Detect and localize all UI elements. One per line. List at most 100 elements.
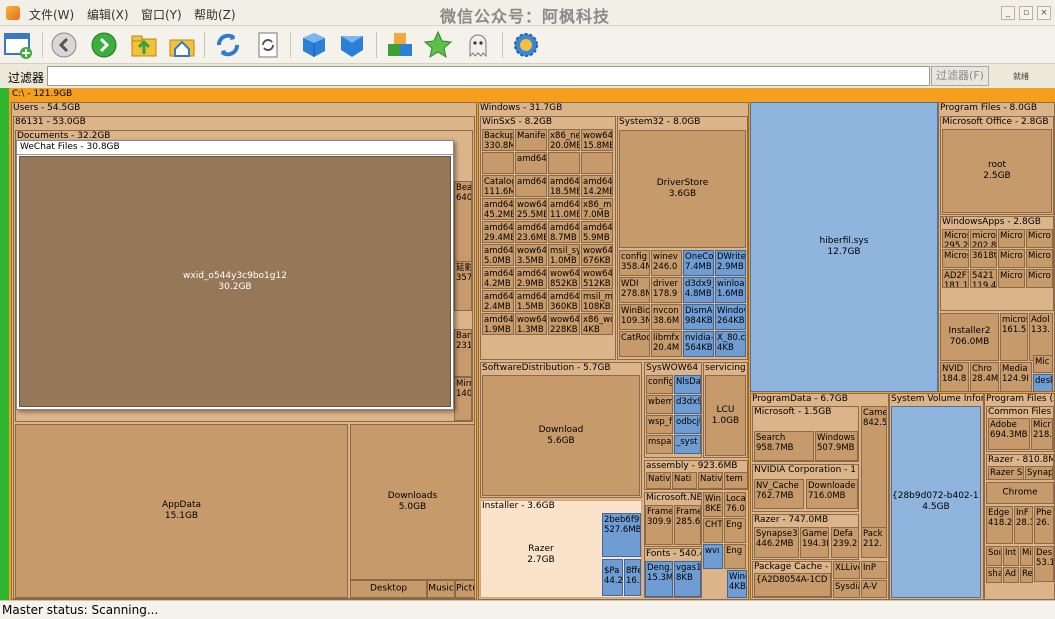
x86-cell[interactable]: Int <box>1003 546 1019 566</box>
ghost-icon[interactable] <box>462 29 494 61</box>
grid-cell[interactable]: NlsDa <box>674 375 701 394</box>
font-cell[interactable]: vgas1 8KB <box>674 561 701 597</box>
system32-folder[interactable]: System32 - 8.0GB DriverStore 3.6GB config… <box>617 116 748 360</box>
installer2-folder[interactable]: Installer2 706.0MB <box>940 313 999 361</box>
grid-cell[interactable]: mspai <box>646 435 673 454</box>
net-cell[interactable]: wvı <box>703 544 723 569</box>
grid-cell[interactable]: amd64 5.0MB <box>482 244 514 266</box>
grid-cell[interactable]: tem <box>724 472 747 489</box>
pf-cell[interactable]: NVID 184.8 <box>940 362 969 391</box>
download-folder[interactable]: Download 5.6GB <box>482 375 640 496</box>
net-cell[interactable]: CHT <box>703 518 723 543</box>
grid-cell[interactable]: x86_ne 20.0MB <box>548 129 580 151</box>
doc-item[interactable]: Mirr 140 <box>454 377 472 421</box>
inst-item[interactable]: 8ffe 16.5 <box>624 559 641 596</box>
grid-cell[interactable]: micro 202.8 <box>970 229 997 248</box>
music-folder[interactable]: Music <box>427 580 455 598</box>
grid-cell[interactable]: Microsc <box>942 249 969 268</box>
grid-cell[interactable]: wow64 852KB <box>548 267 580 289</box>
grid-cell[interactable]: wow64 512KB <box>581 267 613 289</box>
grid-cell[interactable]: amd64 1.9MB <box>482 313 514 335</box>
driverstore-folder[interactable]: DriverStore 3.6GB <box>619 130 746 248</box>
grid-cell[interactable]: amd64 14.2ME <box>581 175 613 197</box>
grid-cell[interactable]: config <box>646 375 673 394</box>
x86-cell[interactable]: Soı <box>986 546 1002 566</box>
net-cell[interactable]: Loca 76.0 <box>724 492 746 517</box>
grid-cell[interactable]: Window 264KB <box>715 304 746 330</box>
green-star-icon[interactable] <box>422 29 454 61</box>
grid-cell[interactable]: amd64 8.7MB <box>548 221 580 243</box>
close-icon[interactable]: × <box>1037 6 1051 20</box>
pf-cell[interactable]: Media 124.9I <box>1000 362 1032 391</box>
grid-cell[interactable]: msil_sy 1.0MB <box>548 244 580 266</box>
grid-cell[interactable]: nvcon 38.6M <box>651 304 682 330</box>
menu-edit[interactable]: 编辑(X) <box>87 6 129 23</box>
grid-cell[interactable]: Micro <box>1026 269 1053 288</box>
grid-cell[interactable]: amd64 29.4ME <box>482 221 514 243</box>
grid-cell[interactable]: Backup 330.8ME <box>482 129 514 151</box>
downloads-folder[interactable]: Downloads 5.0GB <box>350 424 474 580</box>
pd-cell[interactable]: Search 958.7MB <box>754 431 814 461</box>
menu-window[interactable]: 窗口(Y) <box>141 6 182 23</box>
grid-cell[interactable]: X_80.cc 4KB <box>715 331 746 357</box>
grid-cell[interactable]: _syst <box>674 435 701 454</box>
grid-cell[interactable]: WinBioP 109.3ME <box>619 304 650 330</box>
wxid-folder[interactable]: wxid_o544y3c9bo1g12 30.2GB <box>19 156 451 407</box>
grid-cell[interactable]: wsp_f <box>646 415 673 434</box>
grid-cell[interactable]: wow64 676KB <box>581 244 613 266</box>
grid-cell[interactable]: config 358.4ME <box>619 250 650 276</box>
chrome-folder[interactable]: Chrome <box>986 482 1054 504</box>
pd-cell[interactable]: Synapse3 446.2MB <box>754 527 799 558</box>
appdata-folder[interactable]: AppData 15.1GB <box>15 424 348 598</box>
home-icon[interactable] <box>166 29 198 61</box>
restore-icon[interactable]: ▫ <box>1019 6 1033 20</box>
pd-cell[interactable]: Sysdia <box>833 580 860 598</box>
pfx86-folder[interactable]: Program Files (x8 Common Files - Razer -… <box>984 393 1055 600</box>
grid-cell[interactable]: winev 246.0 <box>651 250 682 276</box>
x86-cell[interactable]: Synap <box>1025 466 1053 480</box>
net-cell[interactable]: Frame 309.9I <box>645 505 673 545</box>
grid-cell[interactable]: DWrite 2.9MB <box>715 250 746 276</box>
filter-button[interactable]: 过滤器(F) <box>931 66 989 86</box>
grid-cell[interactable]: wbem <box>646 395 673 414</box>
grid-cell[interactable]: amd64 <box>515 152 547 174</box>
grid-cell[interactable] <box>482 152 514 174</box>
grid-cell[interactable]: 3618t <box>970 249 997 268</box>
wechat-files-popup[interactable]: WeChat Files - 30.8GB wxid_o544y3c9bo1g1… <box>16 140 454 410</box>
grid-cell[interactable] <box>581 152 613 174</box>
settings-gear-icon[interactable] <box>510 29 542 61</box>
installer-folder[interactable]: Installer - 3.6GB Razer 2.7GB 2beb6f9t 52… <box>480 500 642 598</box>
grid-cell[interactable]: Catalog 111.6ME <box>482 175 514 197</box>
grid-cell[interactable]: libmfx 20.4M <box>651 331 682 357</box>
pd-cell[interactable]: Gamel 194.3M <box>800 527 829 558</box>
font-cell[interactable]: Deng. 15.3M <box>645 561 673 597</box>
pf-cell[interactable]: Mic <box>1033 355 1053 373</box>
doc-item[interactable]: Ban 231 <box>454 329 472 377</box>
grid-cell[interactable]: Native <box>698 472 723 489</box>
msoffice-folder[interactable]: Microsoft Office - 2.8GB root 2.5GB <box>940 116 1054 215</box>
x86-cell[interactable]: Micr <box>1020 546 1033 566</box>
x86-cell[interactable]: Re <box>1020 567 1033 583</box>
grid-cell[interactable]: amd64 360KB <box>548 290 580 312</box>
pictures-folder[interactable]: Pictu <box>455 580 474 598</box>
pf-cell[interactable]: Chro 28.4M <box>970 362 999 391</box>
grid-cell[interactable]: wow64 3.5MB <box>515 244 547 266</box>
grid-cell[interactable]: Native <box>646 472 671 489</box>
x86-cell[interactable]: Micr 218.5 <box>1031 418 1053 450</box>
new-scan-icon[interactable] <box>2 29 34 61</box>
pd-cell[interactable]: {A2D8054A-1CD <box>754 573 831 597</box>
grid-cell[interactable]: amd64 <box>515 175 547 197</box>
pd-cell[interactable]: Pack 212. <box>861 527 887 558</box>
grid-cell[interactable]: 5421 119.4 <box>970 269 997 288</box>
pd-cell[interactable]: XLLive <box>833 561 860 579</box>
up-folder-icon[interactable] <box>128 29 160 61</box>
servicing-folder[interactable]: servicing - LCU 1.0GB <box>703 362 748 458</box>
pf-cell[interactable]: micros 161.5 <box>1000 313 1028 361</box>
x86-cell[interactable]: Phe 26. <box>1034 506 1054 544</box>
grid-cell[interactable]: wow64 25.5MB <box>515 198 547 220</box>
grid-cell[interactable]: d3dx9 <box>674 395 701 414</box>
forward-icon[interactable] <box>88 29 120 61</box>
blue-shape-icon[interactable] <box>336 29 368 61</box>
grid-cell[interactable]: Manife <box>515 129 547 151</box>
x86-cell[interactable]: sha <box>986 567 1002 583</box>
